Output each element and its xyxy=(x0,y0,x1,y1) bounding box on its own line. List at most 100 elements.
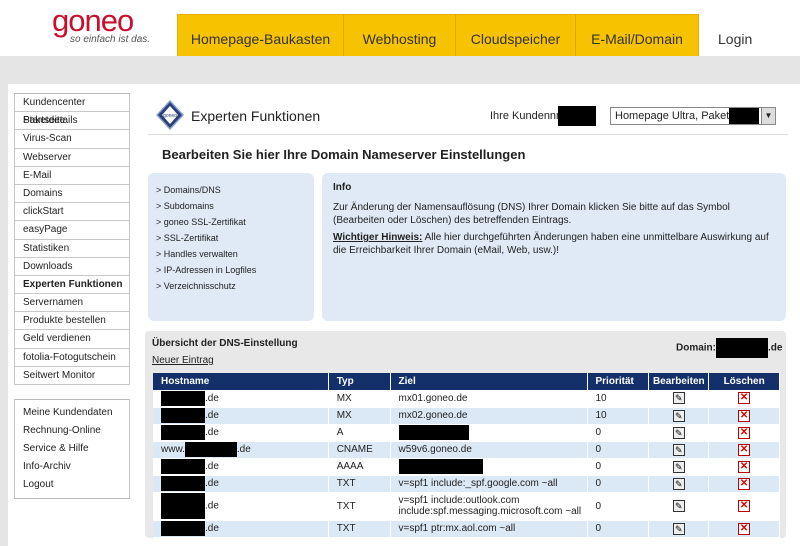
sidebar-item[interactable]: Virus-Scan xyxy=(14,130,130,149)
new-entry-link[interactable]: Neuer Eintrag xyxy=(152,355,214,366)
goneo-logo[interactable]: goneo so einfach ist das. xyxy=(52,3,151,45)
sidebar-item[interactable]: Experten Funktionen xyxy=(14,275,130,295)
sidebar-account-item[interactable]: Rechnung-Online xyxy=(15,422,129,440)
table-row: .de TXT v=spf1 ptr:mx.aol.com ~all 0 ✎ ✕ xyxy=(153,520,780,538)
warning-label: Wichtiger Hinweis: xyxy=(333,232,423,243)
sidebar-account-item[interactable]: Info-Archiv xyxy=(15,458,129,476)
sidebar-account-item[interactable]: Logout xyxy=(15,476,129,494)
column-header-ziel: Ziel xyxy=(390,373,588,390)
sidebar-item[interactable]: E-Mail xyxy=(14,166,130,185)
delete-cell: ✕ xyxy=(708,475,780,493)
priority-cell: 0 xyxy=(587,424,650,442)
column-header-prioritaet: Priorität xyxy=(587,373,650,390)
info-text: Zur Änderung der Namensauflösung (DNS) I… xyxy=(333,202,730,226)
package-select[interactable]: Homepage Ultra, Paket-Id: ▼ xyxy=(610,107,776,125)
logo-tagline: so einfach ist das. xyxy=(70,34,151,45)
sidebar-account-item[interactable]: Meine Kundendaten xyxy=(15,404,129,422)
delete-icon[interactable]: ✕ xyxy=(738,522,751,535)
edit-icon[interactable]: ✎ xyxy=(672,522,685,535)
sidebar-item[interactable]: Geld verdienen xyxy=(14,330,130,349)
sidebar-item[interactable]: Paketdetails xyxy=(14,112,130,131)
link-ip-logfiles[interactable]: > IP-Adressen in Logfiles xyxy=(156,262,306,278)
chevron-down-icon[interactable]: ▼ xyxy=(761,108,775,124)
type-cell: AAAA xyxy=(328,458,391,476)
delete-icon[interactable]: ✕ xyxy=(738,426,751,439)
dns-overview-title: Übersicht der DNS-Einstellung xyxy=(152,338,298,349)
target-cell: mx02.goneo.de xyxy=(390,407,588,425)
sidebar-item[interactable]: Webserver xyxy=(14,148,130,167)
priority-cell: 0 xyxy=(587,458,650,476)
table-row: .de MX mx01.goneo.de 10 ✎ ✕ xyxy=(153,390,780,408)
type-cell: CNAME xyxy=(328,441,391,459)
edit-icon[interactable]: ✎ xyxy=(672,477,685,490)
domain-label-text: Domain: xyxy=(676,342,716,354)
redacted-hostname xyxy=(161,459,205,474)
redacted-hostname xyxy=(161,493,205,519)
info-title: Info xyxy=(333,182,352,193)
edit-cell: ✎ xyxy=(648,520,710,538)
package-select-value: Homepage Ultra, Paket-Id: xyxy=(615,110,746,122)
table-row: .de MX mx02.goneo.de 10 ✎ ✕ xyxy=(153,407,780,425)
hostname-suffix: .de xyxy=(236,444,251,456)
info-warning: Wichtiger Hinweis: Alle hier durchgeführ… xyxy=(333,231,775,257)
edit-icon[interactable]: ✎ xyxy=(672,443,685,456)
redacted-hostname xyxy=(161,476,205,491)
delete-icon[interactable]: ✕ xyxy=(738,500,751,512)
target-cell xyxy=(390,424,588,442)
type-cell: MX xyxy=(328,390,391,408)
delete-icon[interactable]: ✕ xyxy=(738,477,751,490)
sidebar-item[interactable]: Seitwert Monitor xyxy=(14,366,130,385)
column-header-typ: Typ xyxy=(328,373,391,390)
redacted-package-id xyxy=(729,108,759,124)
sidebar-item[interactable]: easyPage xyxy=(14,221,130,240)
sidebar-account-item[interactable]: Service & Hilfe xyxy=(15,440,129,458)
login-link[interactable]: Login xyxy=(718,31,752,47)
logo-text: goneo xyxy=(52,3,134,38)
sidebar-item[interactable]: fotolia-Fotogutschein xyxy=(14,348,130,367)
expert-functions-icon: goneo xyxy=(155,99,185,131)
sidebar-item[interactable]: clickStart xyxy=(14,203,130,222)
delete-cell: ✕ xyxy=(708,492,780,521)
link-directory-protection[interactable]: > Verzeichnisschutz xyxy=(156,278,306,294)
link-ssl[interactable]: > SSL-Zertifikat xyxy=(156,230,306,246)
target-cell: v=spf1 include:outlook.com include:spf.m… xyxy=(390,492,588,521)
edit-cell: ✎ xyxy=(648,407,710,425)
sidebar-item[interactable]: Statistiken xyxy=(14,239,130,258)
edit-icon[interactable]: ✎ xyxy=(672,392,685,405)
sidebar-item[interactable]: Servernamen xyxy=(14,294,130,313)
sidebar-item[interactable]: Kundencenter Startseite xyxy=(14,94,130,126)
svg-text:goneo: goneo xyxy=(163,113,177,119)
link-goneo-ssl[interactable]: > goneo SSL-Zertifikat xyxy=(156,214,306,230)
edit-cell: ✎ xyxy=(648,458,710,476)
delete-icon[interactable]: ✕ xyxy=(738,460,751,473)
redacted-hostname xyxy=(161,390,205,406)
edit-icon[interactable]: ✎ xyxy=(672,409,685,422)
redacted-hostname xyxy=(184,442,237,457)
delete-cell: ✕ xyxy=(708,520,780,538)
hostname-suffix: .de xyxy=(205,392,219,404)
type-cell: MX xyxy=(328,407,391,425)
delete-icon[interactable]: ✕ xyxy=(738,443,751,456)
hostname-cell: .de xyxy=(153,424,329,442)
sidebar-item[interactable]: Produkte bestellen xyxy=(14,312,130,331)
edit-icon[interactable]: ✎ xyxy=(672,460,685,473)
edit-icon[interactable]: ✎ xyxy=(672,500,685,512)
hostname-cell: .de xyxy=(153,520,329,538)
link-domains-dns[interactable]: > Domains/DNS xyxy=(156,182,306,198)
target-value: w59v6.goneo.de xyxy=(398,444,472,455)
delete-icon[interactable]: ✕ xyxy=(738,409,751,422)
priority-cell: 10 xyxy=(587,407,650,425)
target-value: v=spf1 include:_spf.google.com ~all xyxy=(398,478,558,489)
sidebar-item[interactable]: Downloads xyxy=(14,257,130,276)
target-value: v=spf1 include:outlook.com include:spf.m… xyxy=(398,495,582,517)
link-handles[interactable]: > Handles verwalten xyxy=(156,246,306,262)
sidebar-item[interactable]: Domains xyxy=(14,184,130,204)
type-cell: A xyxy=(328,424,391,442)
table-row: .de TXT v=spf1 include:_spf.google.com ~al… xyxy=(153,475,780,493)
priority-cell: 0 xyxy=(587,475,650,493)
edit-cell: ✎ xyxy=(648,424,710,442)
link-subdomains[interactable]: > Subdomains xyxy=(156,198,306,214)
delete-icon[interactable]: ✕ xyxy=(738,392,751,405)
edit-icon[interactable]: ✎ xyxy=(672,426,685,439)
hostname-suffix: .de xyxy=(205,500,219,512)
